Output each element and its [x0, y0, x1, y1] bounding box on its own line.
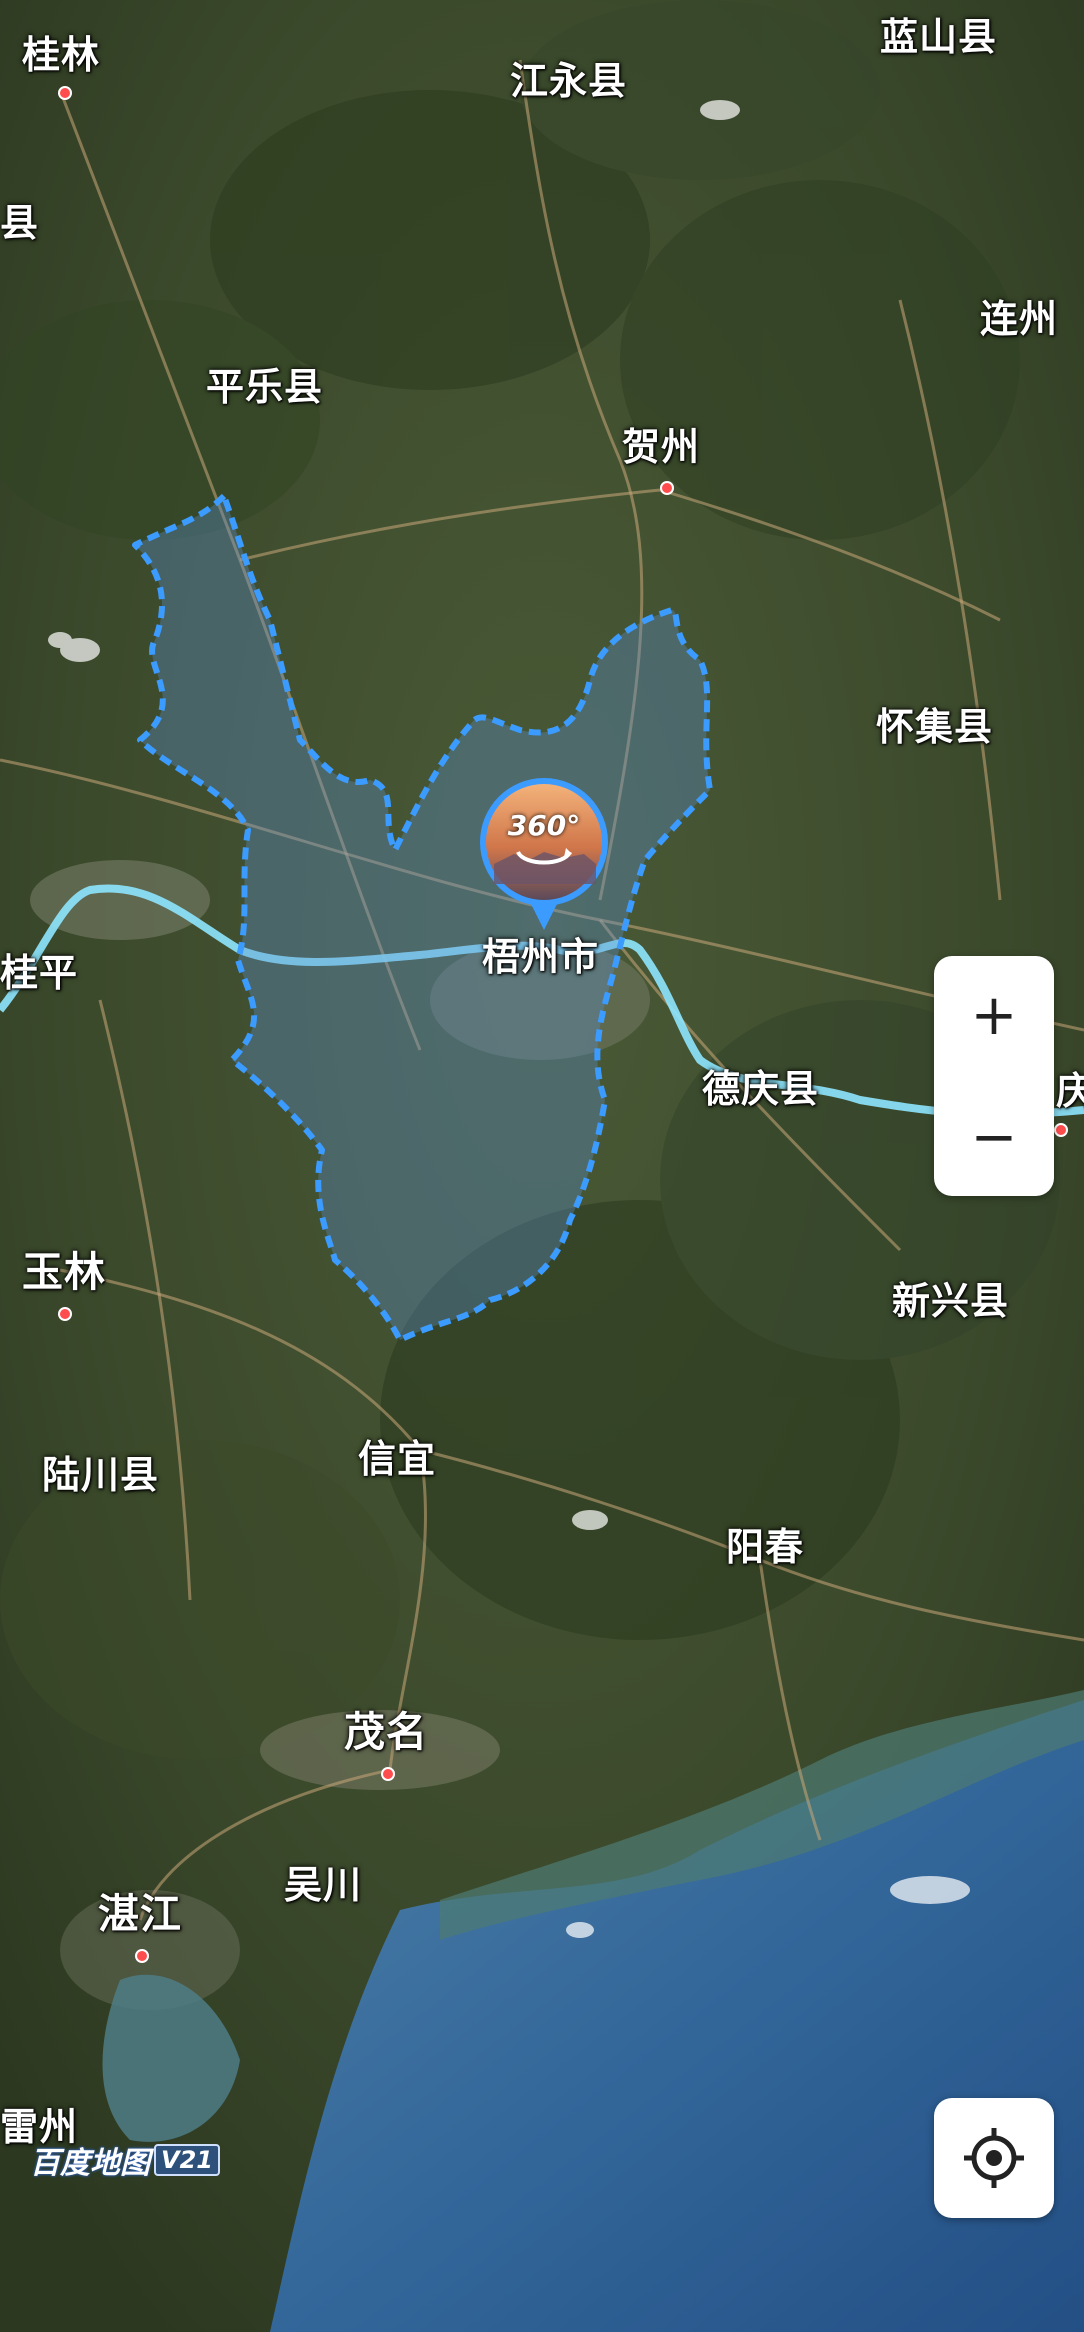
panorama-360-marker[interactable]: 360° [474, 774, 614, 934]
crosshair-icon [964, 2128, 1024, 2188]
hezhou-marker [660, 481, 674, 495]
city-label-guilin[interactable]: 桂林 [22, 36, 100, 74]
zhaoqing-marker [1054, 1123, 1068, 1137]
city-label-pingle[interactable]: 平乐县 [206, 368, 323, 406]
city-label-xinxing[interactable]: 新兴县 [892, 1282, 1009, 1320]
city-label-xian[interactable]: 县 [0, 204, 39, 242]
city-label-lianzhou[interactable]: 连州 [980, 300, 1058, 338]
maoming-marker [381, 1767, 395, 1781]
city-label-huaiji[interactable]: 怀集县 [876, 708, 993, 746]
city-label-maoming[interactable]: 茂名 [344, 1712, 428, 1753]
city-label-wuchuan[interactable]: 吴川 [284, 1866, 362, 1904]
zoom-out-button[interactable]: − [934, 1078, 1054, 1196]
zoom-in-button[interactable]: + [934, 956, 1054, 1074]
city-label-luchuan[interactable]: 陆川县 [42, 1456, 159, 1494]
yulin-marker [58, 1307, 72, 1321]
logo-version: V21 [154, 2144, 220, 2176]
city-label-jiangyong[interactable]: 江永县 [510, 62, 627, 100]
city-label-zhanjiang[interactable]: 湛江 [98, 1894, 182, 1935]
panorama-label: 360° [507, 809, 581, 842]
city-label-deqing[interactable]: 德庆县 [702, 1070, 819, 1108]
city-label-lanshan[interactable]: 蓝山县 [880, 18, 997, 56]
panorama-pin-icon [480, 778, 608, 930]
locate-button[interactable] [934, 2098, 1054, 2218]
city-label-xinyi[interactable]: 信宜 [358, 1440, 436, 1478]
satellite-map[interactable] [0, 0, 1084, 2332]
zoom-control: + − [934, 956, 1054, 1196]
city-label-hezhou[interactable]: 贺州 [622, 428, 700, 466]
guilin-marker [58, 86, 72, 100]
logo-text: 百度地图 [30, 2146, 150, 2181]
baidu-map-logo: 百度地图 V21 [30, 2138, 220, 2182]
city-label-yulin[interactable]: 玉林 [22, 1252, 106, 1293]
zhanjiang-marker [135, 1949, 149, 1963]
city-label-guiping[interactable]: 桂平 [0, 954, 78, 992]
city-label-wuzhou[interactable]: 梧州市 [482, 938, 599, 976]
city-label-yangchun[interactable]: 阳春 [726, 1528, 804, 1566]
city-label-zhaoqing[interactable]: 庆 [1056, 1072, 1084, 1110]
